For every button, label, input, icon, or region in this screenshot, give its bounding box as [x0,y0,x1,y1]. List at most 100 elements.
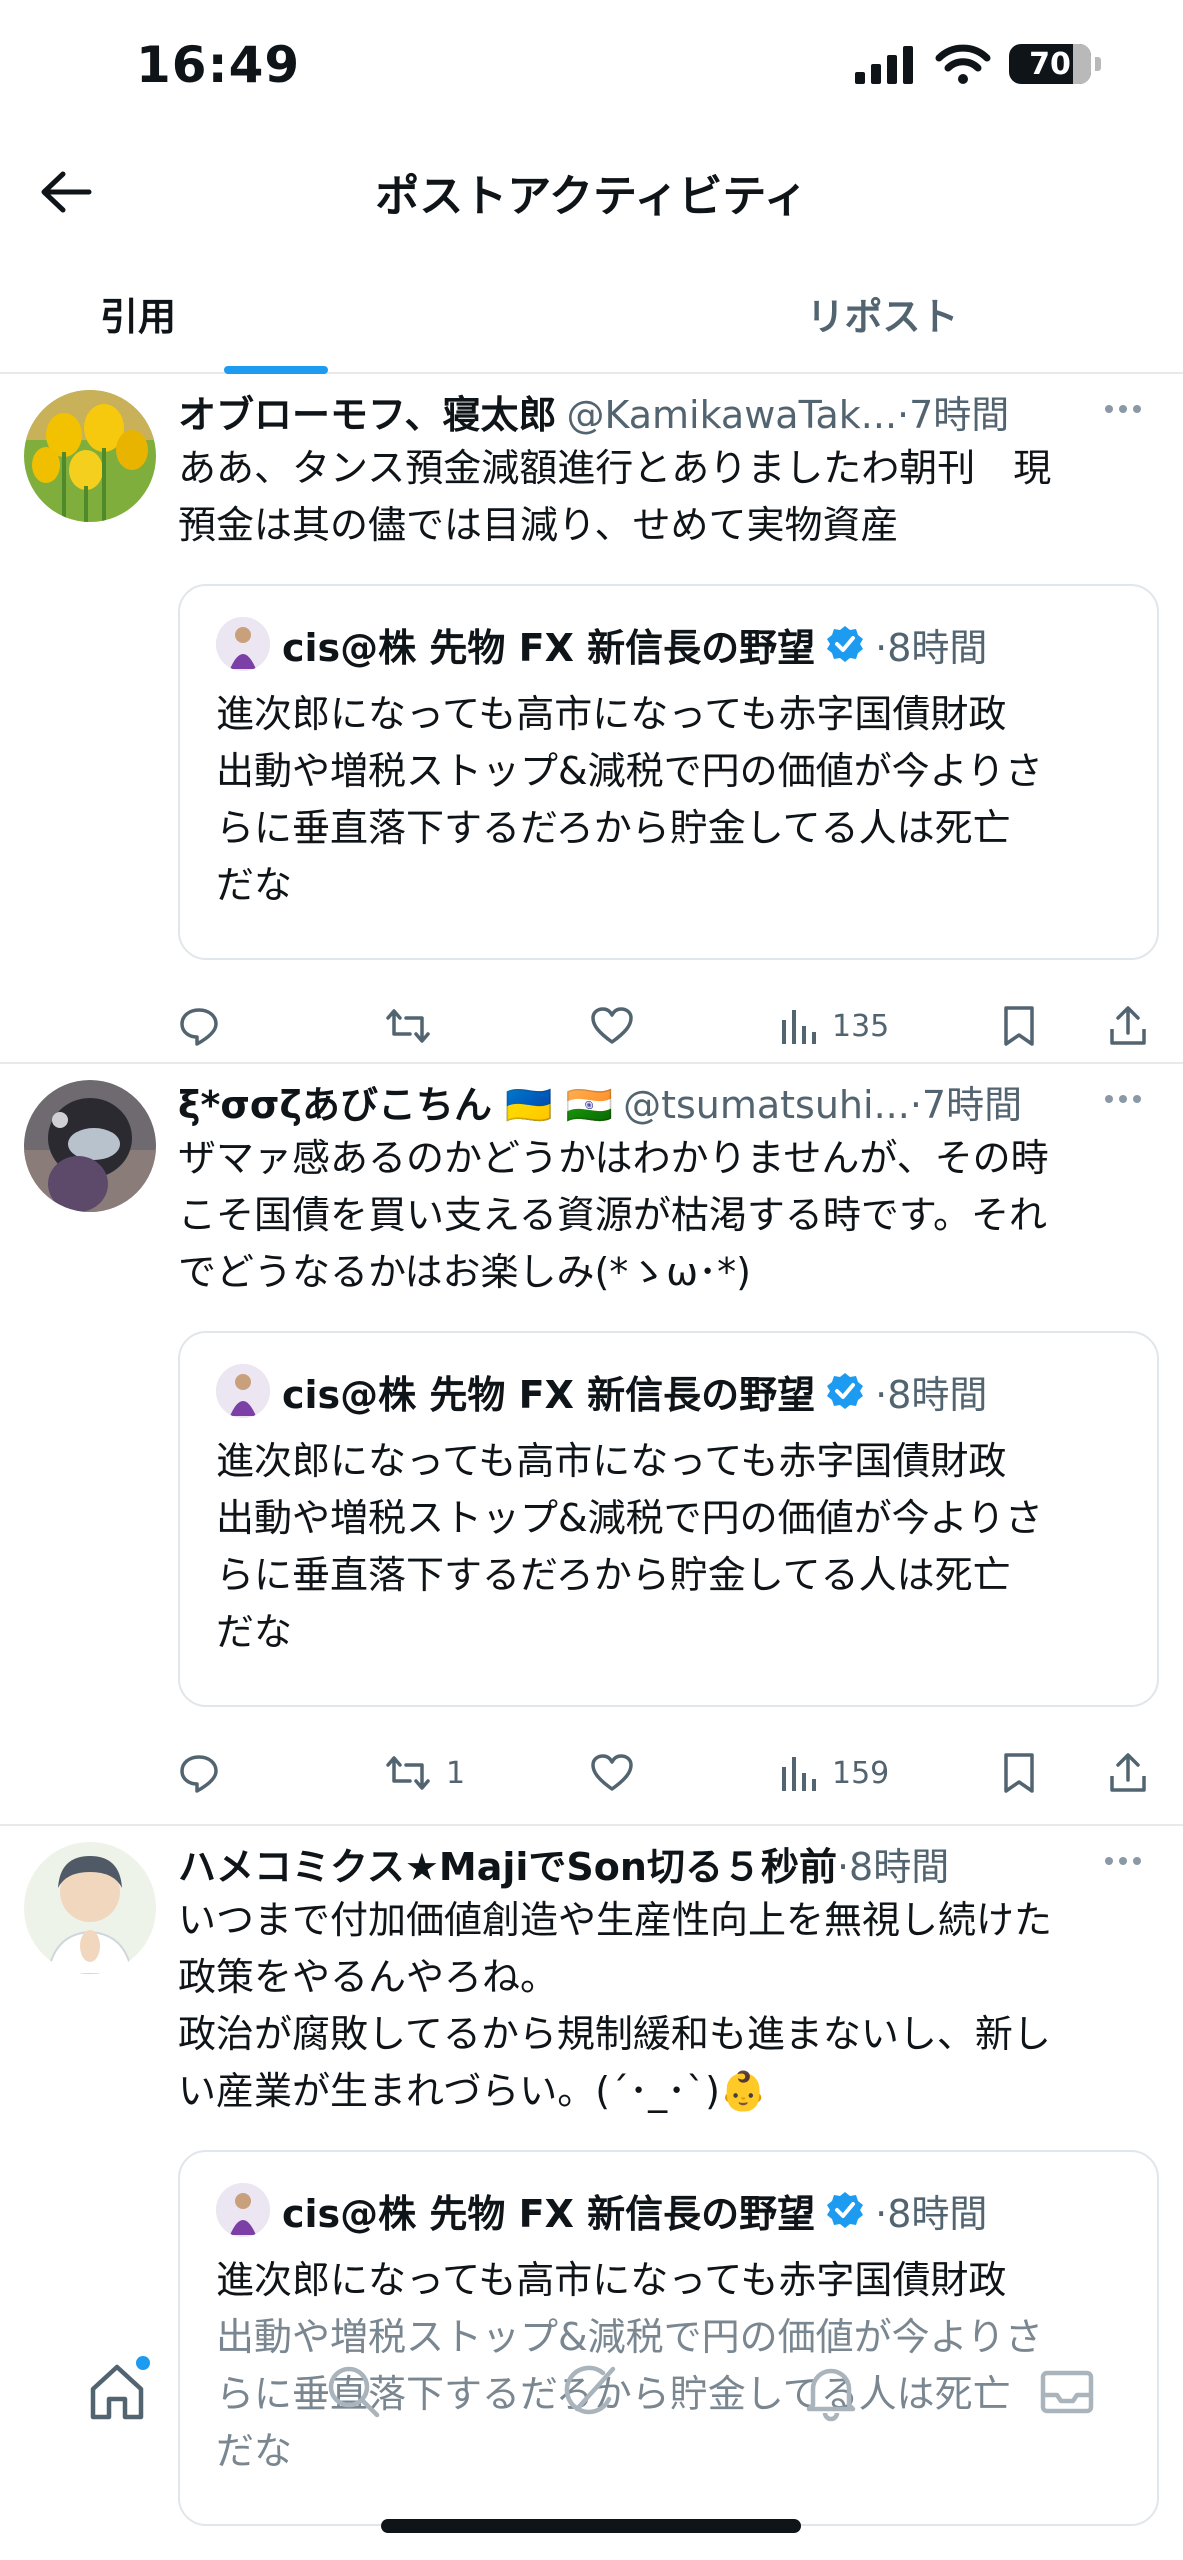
bookmark-button[interactable] [1002,1005,1108,1047]
text-line: い産業が生まれづらい。(´･_･`)👶 [178,2069,768,2113]
text-line: だな [216,863,293,907]
status-icons: 70 [855,44,1101,84]
post-item[interactable]: オブローモフ、寝太郎 @KamikawaTak... ·7時間 ああ、タンス預金… [0,374,1183,1064]
avatar[interactable] [24,390,156,522]
notification-dot [136,2356,150,2370]
text-line: 進次郎になっても高市になっても赤字国債財政 [216,2258,1007,2302]
like-button[interactable] [590,1753,778,1793]
author-name[interactable]: ξ*σσζあびこちん 🇺🇦 🇮🇳 [178,1074,613,1129]
post-header: ξ*σσζあびこちん 🇺🇦 🇮🇳 @tsumatsuhi... ·7時間 [178,1074,1159,1130]
signal-icon [855,46,913,84]
text-line: 預金は其の儘では目減り、せめて実物資産 [178,503,899,547]
reply-button[interactable] [178,1005,384,1047]
action-bar: 135 [178,974,1159,1078]
status-time: 16:49 [136,36,301,94]
post-time: ·8時間 [836,1845,950,1889]
tab-reposts[interactable]: リポスト [552,260,1183,372]
post-time: ·7時間 [909,1083,1023,1127]
author-handle[interactable]: @tsumatsuhi... [623,1083,910,1127]
text-line: 出動や増税ストップ&減税で円の価値が今よりさ [216,1496,1043,1540]
text-line: 政治が腐敗してるから規制緩和も進まないし、新し [178,2012,1051,2056]
text-line: こそ国債を買い支える資源が枯渇する時です。それ [178,1193,1048,1237]
more-button[interactable] [1105,1846,1153,1876]
more-button[interactable] [1105,1084,1153,1114]
author-name[interactable]: ハメコミクス★MajiでSon切る５秒前 [178,1836,837,1891]
more-button[interactable] [1105,394,1153,424]
grok-icon [564,2365,616,2415]
post-item[interactable]: ξ*σσζあびこちん 🇺🇦 🇮🇳 @tsumatsuhi... ·7時間 ザマァ… [0,1064,1183,1826]
verified-badge-icon [827,1373,864,1409]
text-line: ああ、タンス預金減額進行とありましたわ朝刊 現 [178,446,1052,490]
quote-avatar [216,617,270,671]
reply-button[interactable] [178,1752,384,1794]
text-line: いつまで付加価値創造や生産性向上を無視し続けた [178,1898,1053,1942]
quote-author-name: cis@株 先物 FX 新信長の野望 [282,2191,816,2236]
tab-label: 引用 [99,295,176,339]
post-time: ·7時間 [897,393,1010,437]
post-body: オブローモフ、寝太郎 @KamikawaTak... ·7時間 ああ、タンス預金… [178,374,1159,1078]
views-button[interactable]: 159 [778,1753,1002,1793]
top-bar: ポストアクティビティ [0,140,1183,240]
text-line: らに垂直落下するだろから貯金してる人は死亡 [216,1553,1011,1597]
share-icon [1110,1006,1146,1045]
heart-icon [591,1754,633,1791]
share-button[interactable] [1108,1752,1148,1794]
bookmark-icon [1004,1753,1034,1793]
avatar[interactable] [24,1080,156,1212]
battery-icon: 70 [1009,44,1091,84]
text-line: 政策をやるんやろね。 [178,1955,559,1999]
quote-header: cis@株 先物 FX 新信長の野望 ·8時間 [216,616,1121,672]
text-line: だな [216,1610,293,1654]
text-line: 進次郎になっても高市になっても赤字国債財政 [216,1439,1007,1483]
tab-label: リポスト [806,295,959,339]
post-header: ハメコミクス★MajiでSon切る５秒前 ·8時間 [178,1836,1159,1892]
repost-icon [386,1756,430,1790]
view-count: 135 [832,1008,890,1044]
share-button[interactable] [1108,1005,1148,1047]
bookmark-icon [1004,1006,1034,1046]
quote-text: 進次郎になっても高市になっても赤字国債財政 出動や増税ストップ&減税で円の価値が… [216,686,1121,914]
quote-avatar [216,2183,270,2237]
nav-grok[interactable] [556,2356,626,2426]
quote-header: cis@株 先物 FX 新信長の野望 ·8時間 [216,1363,1121,1419]
page-title: ポストアクティビティ [375,171,808,222]
avatar[interactable] [24,1842,156,1974]
bell-icon [806,2368,856,2422]
views-chart-icon [782,1010,816,1044]
quote-header: cis@株 先物 FX 新信長の野望 ·8時間 [216,2182,1121,2238]
quote-text: 進次郎になっても高市になっても赤字国債財政 出動や増税ストップ&減税で円の価値が… [216,1433,1121,1661]
nav-home[interactable] [82,2356,152,2426]
repost-button[interactable]: 1 [384,1753,590,1793]
quote-time: ·8時間 [875,1372,988,1417]
heart-icon [591,1007,633,1044]
bookmark-button[interactable] [1002,1752,1108,1794]
post-text: ザマァ感あるのかどうかはわかりませんが、その時 こそ国債を買い支える資源が枯渇す… [178,1130,1159,1301]
search-icon [328,2366,380,2418]
quoted-post[interactable]: cis@株 先物 FX 新信長の野望 ·8時間 進次郎になっても高市になっても赤… [178,584,1159,960]
text-line: らに垂直落下するだろから貯金してる人は死亡 [216,806,1011,850]
author-handle[interactable]: @KamikawaTak... [566,393,897,437]
tab-quotes[interactable]: 引用 [0,260,552,374]
nav-messages[interactable] [1032,2356,1102,2426]
views-button[interactable]: 135 [778,1006,1002,1046]
quote-time: ·8時間 [875,625,988,670]
quote-author-name: cis@株 先物 FX 新信長の野望 [282,1372,816,1417]
repost-button[interactable] [384,1006,590,1046]
verified-badge-icon [827,2192,864,2228]
quote-author-name: cis@株 先物 FX 新信長の野望 [282,625,816,670]
action-bar: 1 159 [178,1721,1159,1825]
reply-icon [180,1755,218,1793]
reply-icon [180,1008,218,1046]
nav-notifications[interactable] [796,2356,866,2426]
active-tab-indicator [224,366,328,374]
nav-search[interactable] [318,2356,388,2426]
views-chart-icon [782,1757,816,1791]
post-body: ξ*σσζあびこちん 🇺🇦 🇮🇳 @tsumatsuhi... ·7時間 ザマァ… [178,1064,1159,1825]
bottom-nav [0,2330,1183,2480]
verified-badge-icon [827,626,864,662]
author-name[interactable]: オブローモフ、寝太郎 [178,384,556,439]
home-indicator[interactable] [381,2519,801,2533]
like-button[interactable] [590,1006,778,1046]
quoted-post[interactable]: cis@株 先物 FX 新信長の野望 ·8時間 進次郎になっても高市になっても赤… [178,1331,1159,1707]
post-feed: オブローモフ、寝太郎 @KamikawaTak... ·7時間 ああ、タンス預金… [0,374,1183,2560]
